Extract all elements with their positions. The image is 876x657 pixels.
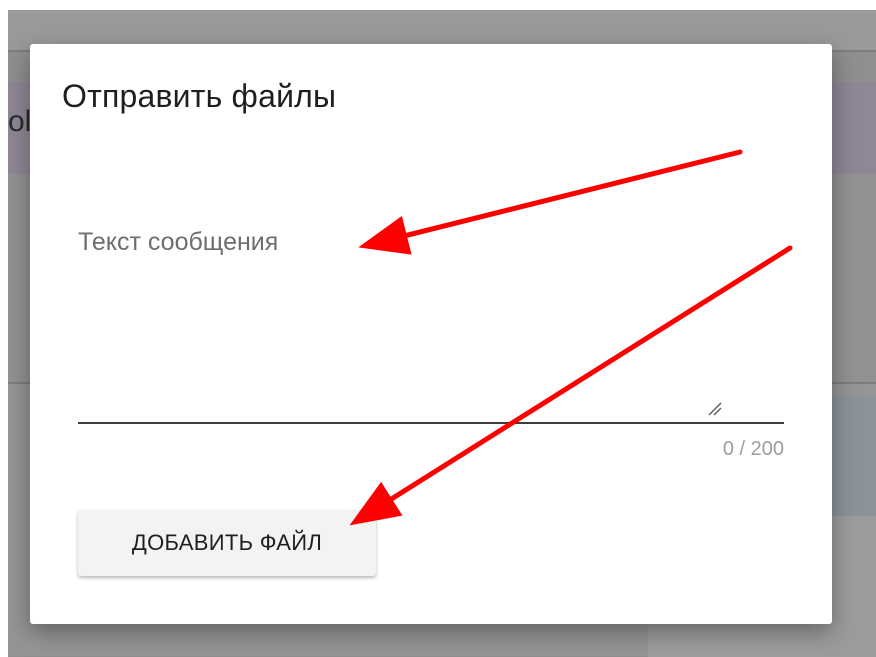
message-input[interactable] (78, 214, 784, 422)
dialog-title: Отправить файлы (62, 78, 337, 114)
background-peek-text: ol (8, 105, 32, 138)
message-field[interactable]: Текст сообщения (78, 214, 784, 424)
add-file-button[interactable]: ДОБАВИТЬ ФАЙЛ (78, 510, 376, 576)
send-files-dialog: Отправить файлы Текст сообщения 0 / 200 … (30, 44, 832, 624)
message-field-underline (78, 422, 784, 424)
screen: ol Отправить файлы Текст сообщения 0 / 2… (0, 0, 876, 657)
character-counter: 0 / 200 (722, 438, 784, 460)
resize-handle-icon[interactable] (706, 400, 722, 416)
